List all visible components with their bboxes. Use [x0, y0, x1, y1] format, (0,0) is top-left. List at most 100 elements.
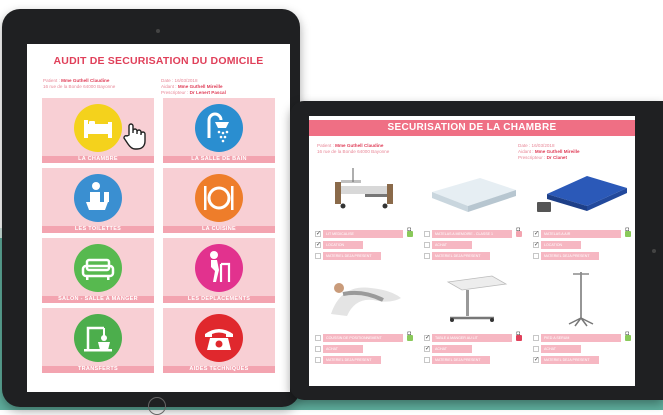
checklist-label: MATERIEL DEJA PRESENT	[432, 252, 490, 260]
checkbox[interactable]	[315, 357, 321, 363]
checkbox[interactable]: ✓	[533, 357, 539, 363]
product-card-mattress[interactable]: ◘ MATELAS A MEMOIRE - CLASSE 1 ACHAT MATER…	[422, 164, 522, 272]
checkbox[interactable]: ✓	[533, 242, 539, 248]
checkbox[interactable]: ✓	[315, 242, 321, 248]
checklist-label: ACHAT	[432, 241, 472, 249]
checklist-label: LOCATION	[541, 241, 581, 249]
checkbox[interactable]: ✓	[315, 231, 321, 237]
mattress-image	[422, 164, 522, 226]
bed-table-image	[422, 268, 522, 330]
checklist-label: MATERIEL DEJA PRESENT	[541, 356, 599, 364]
checkbox[interactable]	[424, 231, 430, 237]
checklist-row: ✓ MATERIEL DEJA PRESENT	[531, 356, 631, 364]
iv-pole-image	[531, 268, 631, 330]
checklist-row: ✓ LIT MEDICALISE	[313, 230, 413, 238]
checklist-label: TABLE A MANGER AU LIT	[432, 334, 512, 342]
tile-la-salle-de-bain[interactable]: LA SALLE DE BAIN	[163, 98, 275, 163]
status-indicator	[625, 231, 631, 237]
checklist-row: ✓ LOCATION	[313, 241, 413, 249]
hand-pointer-icon	[120, 121, 150, 156]
bed-icon	[74, 104, 122, 152]
checklist-row: ACHAT	[531, 345, 631, 353]
tile-label: AIDES TECHNIQUES	[163, 366, 275, 373]
checkbox[interactable]	[533, 346, 539, 352]
checkbox[interactable]	[424, 253, 430, 259]
tile-la-cuisine[interactable]: LA CUISINE	[163, 168, 275, 233]
tile-salon-salle-a-manger[interactable]: SALON - SALLE A MANGER	[42, 238, 154, 303]
checklist-label: MATERIEL DEJA PRESENT	[323, 356, 381, 364]
cutlery-icon	[195, 174, 243, 222]
tile-label: LA SALLE DE BAIN	[163, 156, 275, 163]
checklist-label: LOCATION	[323, 241, 363, 249]
toilet-icon	[74, 174, 122, 222]
checkbox[interactable]	[315, 253, 321, 259]
tile-label: LA CHAMBRE	[42, 156, 154, 163]
checklist-row: MATERIEL DEJA PRESENT	[313, 252, 413, 260]
checklist-label: MATELAS A AIR	[541, 230, 621, 238]
checkbox[interactable]: ✓	[533, 231, 539, 237]
checklist-row: ACHAT	[313, 345, 413, 353]
checkbox[interactable]: ✓	[424, 335, 430, 341]
status-indicator	[407, 335, 413, 341]
checkbox[interactable]	[315, 335, 321, 341]
tablet-left: AUDIT DE SECURISATION DU DOMICILE Patien…	[2, 9, 300, 415]
checklist-label: LIT MEDICALISE	[323, 230, 403, 238]
checklist-row: MATERIEL DEJA PRESENT	[531, 252, 631, 260]
tile-les-deplacements[interactable]: LES DEPLACEMENTS	[163, 238, 275, 303]
product-card-iv-pole[interactable]: ◘ PIED A SERUM ACHAT ✓ MATERIEL DEJA PRESEN…	[531, 268, 631, 376]
product-card-positioning-cushion[interactable]: ◘ COUSSIN DE POSITIONNEMENT ACHAT MATERIEL…	[313, 268, 413, 376]
tile-aides-techniques[interactable]: AIDES TECHNIQUES	[163, 308, 275, 373]
checklist-row: ✓ MATELAS A AIR	[531, 230, 631, 238]
checklist-row: ACHAT	[422, 241, 522, 249]
product-card-air-mattress[interactable]: ◘ ✓ MATELAS A AIR ✓ LOCATION MATERIEL DEJA P…	[531, 164, 631, 272]
tile-label: LA CUISINE	[163, 226, 275, 233]
tile-label: TRANSFERTS	[42, 366, 154, 373]
tile-les-toilettes[interactable]: LES TOILETTES	[42, 168, 154, 233]
checklist-row: MATERIEL DEJA PRESENT	[422, 252, 522, 260]
address-line: 16 rue de la Bonde 64000 Bayonne	[43, 84, 116, 89]
page-title: SECURISATION DE LA CHAMBRE	[309, 120, 635, 136]
status-indicator	[407, 231, 413, 237]
checklist-label: COUSSIN DE POSITIONNEMENT	[323, 334, 403, 342]
telephone-icon	[195, 314, 243, 362]
tile-transferts[interactable]: TRANSFERTS	[42, 308, 154, 373]
camera-icon	[156, 29, 160, 33]
tile-label: LES DEPLACEMENTS	[163, 296, 275, 303]
product-card-bed-table[interactable]: ◘ ✓ TABLE A MANGER AU LIT ✓ ACHAT MATERIEL D…	[422, 268, 522, 376]
prescripteur-line: Prescripteur : Dr Lenert Pascal	[161, 90, 226, 95]
tile-la-chambre[interactable]: LA CHAMBRE	[42, 98, 154, 163]
status-indicator	[516, 231, 522, 237]
checklist-label: ACHAT	[541, 345, 581, 353]
air-mattress-image	[531, 164, 631, 226]
checklist-label: MATERIEL DEJA PRESENT	[323, 252, 381, 260]
checklist-row: MATERIEL DEJA PRESENT	[422, 356, 522, 364]
checklist-row: ✓ TABLE A MANGER AU LIT	[422, 334, 522, 342]
checklist-label: MATELAS A MEMOIRE - CLASSE 1	[432, 230, 512, 238]
checkbox[interactable]	[424, 357, 430, 363]
checklist-label: ACHAT	[432, 345, 472, 353]
checkbox[interactable]	[533, 335, 539, 341]
status-indicator	[516, 335, 522, 341]
checkbox[interactable]: ✓	[424, 346, 430, 352]
checklist-label: ACHAT	[323, 345, 363, 353]
checklist-label: PIED A SERUM	[541, 334, 621, 342]
checklist-row: MATELAS A MEMOIRE - CLASSE 1	[422, 230, 522, 238]
home-button[interactable]	[148, 397, 166, 415]
status-indicator	[625, 335, 631, 341]
prescripteur-line: Prescripteur : Dr Clanet	[518, 155, 568, 160]
shower-icon	[195, 104, 243, 152]
hospital-bed-image	[313, 164, 413, 226]
checkbox[interactable]	[315, 346, 321, 352]
transfer-icon	[74, 314, 122, 362]
positioning-cushion-image	[313, 268, 413, 330]
walker-icon	[195, 244, 243, 292]
checkbox[interactable]	[424, 242, 430, 248]
tablet-right: SECURISATION DE LA CHAMBRE Patient : Mme…	[290, 101, 663, 400]
checklist-label: MATERIEL DEJA PRESENT	[432, 356, 490, 364]
checklist-row: PIED A SERUM	[531, 334, 631, 342]
product-card-hospital-bed[interactable]: ◘ ✓ LIT MEDICALISE ✓ LOCATION MATERIEL DEJA …	[313, 164, 413, 272]
checkbox[interactable]	[533, 253, 539, 259]
checklist-label: MATERIEL DEJA PRESENT	[541, 252, 599, 260]
page-title: AUDIT DE SECURISATION DU DOMICILE	[53, 55, 264, 67]
checklist-row: COUSSIN DE POSITIONNEMENT	[313, 334, 413, 342]
